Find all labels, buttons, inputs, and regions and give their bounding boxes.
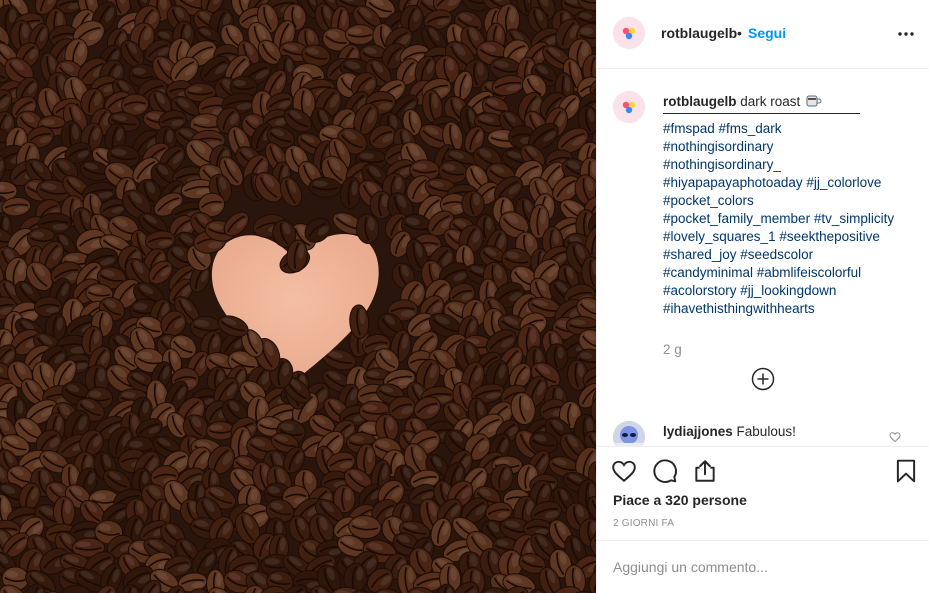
hashtag-line[interactable]: #shared_joy #seedscolor <box>663 246 918 264</box>
post-age: 2 g <box>663 342 682 357</box>
share-icon[interactable] <box>692 458 718 484</box>
hashtag-line[interactable]: #ihavethisthingwithhearts <box>663 300 918 318</box>
comment-username[interactable]: lydiajjones <box>663 424 733 439</box>
caption-text: dark roast <box>740 94 801 109</box>
hashtag-line[interactable]: #nothingisordinary <box>663 138 918 156</box>
heart-icon[interactable] <box>611 458 637 484</box>
post-side-panel: rotblaugelb • Segui rotblaugelb dark roa… <box>596 0 929 593</box>
add-comment-bar <box>597 540 929 593</box>
hashtag-line[interactable]: #nothingisordinary_ <box>663 156 918 174</box>
author-avatar[interactable] <box>613 17 645 49</box>
hashtag-line[interactable]: #pocket_family_member #tv_simplicity <box>663 210 918 228</box>
comment-item: lydiajjones Fabulous! <box>663 424 796 439</box>
post-photo[interactable] <box>0 0 596 593</box>
separator-dot: • <box>737 25 742 41</box>
coffee-cup-icon <box>806 95 822 107</box>
hashtag-list: #fmspad #fms_dark #nothingisordinary #noth… <box>663 120 918 318</box>
follow-button[interactable]: Segui <box>748 25 786 41</box>
post-header: rotblaugelb • Segui <box>597 0 929 69</box>
likes-count[interactable]: Piace a 320 persone <box>613 492 747 508</box>
comment-text: Fabulous! <box>736 424 796 439</box>
bookmark-icon[interactable] <box>893 458 919 484</box>
author-username[interactable]: rotblaugelb <box>661 25 737 41</box>
post-actions: Piace a 320 persone 2 GIORNI FA <box>597 446 929 540</box>
hashtag-line[interactable]: #fmspad #fms_dark <box>663 120 918 138</box>
hashtag-line[interactable]: #acolorstory #jj_lookingdown <box>663 282 918 300</box>
post-caption: rotblaugelb dark roast #fmspad #fms_dark… <box>663 93 918 318</box>
comment-like-heart-icon[interactable] <box>889 431 901 443</box>
caption-username[interactable]: rotblaugelb <box>663 94 737 109</box>
coffee-bean <box>206 421 236 441</box>
caption-divider <box>663 113 860 114</box>
load-more-comments-icon[interactable] <box>751 367 775 391</box>
hashtag-line[interactable]: #pocket_colors <box>663 192 918 210</box>
post-timestamp[interactable]: 2 GIORNI FA <box>613 518 674 529</box>
more-options-icon[interactable] <box>897 25 915 43</box>
coffee-beans-image <box>0 0 596 593</box>
comment-icon[interactable] <box>652 458 678 484</box>
comment-input[interactable] <box>613 556 913 578</box>
hashtag-line[interactable]: #lovely_squares_1 #seekthepositive <box>663 228 918 246</box>
hashtag-line[interactable]: #hiyapapayaphotoaday #jj_colorlove <box>663 174 918 192</box>
coffee-bean <box>52 496 76 528</box>
caption-author-avatar[interactable] <box>613 91 645 123</box>
hashtag-line[interactable]: #candyminimal #abmlifeiscolorful <box>663 264 918 282</box>
coffee-bean <box>344 24 375 45</box>
